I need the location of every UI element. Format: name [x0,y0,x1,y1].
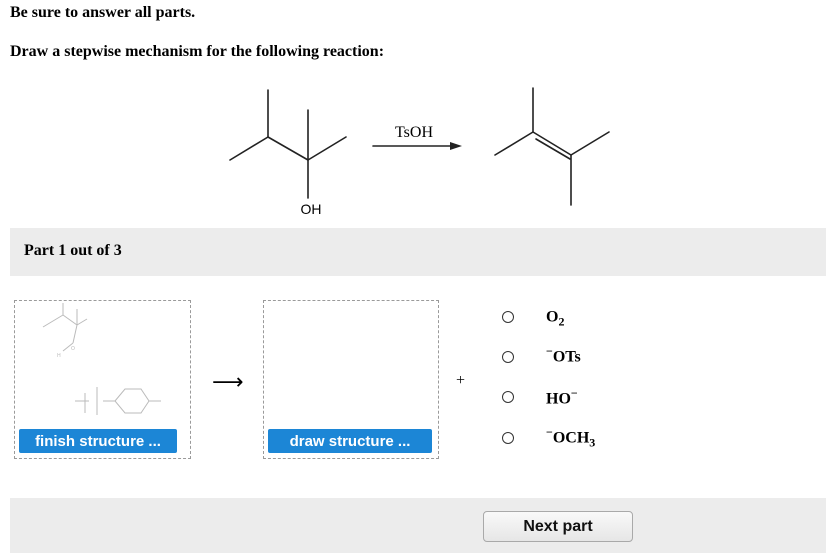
reaction-scheme: TsOH OH [229,87,610,217]
radio-o2[interactable] [502,311,514,323]
option-ots[interactable]: −OTs [502,344,581,368]
product-bond [494,131,534,156]
preview-h-label: H [57,353,61,359]
structure-preview: O H [42,303,161,415]
product-double-bond [535,138,571,160]
reactant-bond [267,136,309,161]
option-label: −OTs [546,344,581,366]
footer-bar: Next part [10,498,826,553]
option-label: −OCH3 [546,425,596,450]
preview-o-label: O [71,346,75,352]
part-header: Part 1 out of 3 [10,228,826,276]
draw-structure-button[interactable]: draw structure ... [268,429,432,453]
option-o2[interactable]: O2 [502,306,564,329]
finish-structure-button[interactable]: finish structure ... [19,429,177,453]
radio-ho[interactable] [502,391,514,403]
option-ho[interactable]: HO− [502,386,578,408]
option-label: HO− [546,385,578,408]
option-och3[interactable]: −OCH3 [502,425,595,450]
mechanism-arrow-icon: ⟶ [212,370,244,395]
product-bond [532,131,572,156]
oh-label: OH [301,201,322,217]
reactant-bond [229,136,269,161]
radio-och3[interactable] [502,432,514,444]
reaction-arrowhead [450,142,462,150]
part-label: Part 1 out of 3 [24,242,122,259]
radio-ots[interactable] [502,351,514,363]
drawing-area-2[interactable]: draw structure ... [263,300,439,459]
option-label: O2 [546,308,565,329]
reagent-label: TsOH [395,124,433,141]
drawing-area-1[interactable]: O H finish structure ... [14,300,191,459]
product-bond [570,131,610,156]
plus-sign: + [456,372,466,389]
reactant-bond [307,136,347,161]
next-part-button[interactable]: Next part [483,511,633,542]
